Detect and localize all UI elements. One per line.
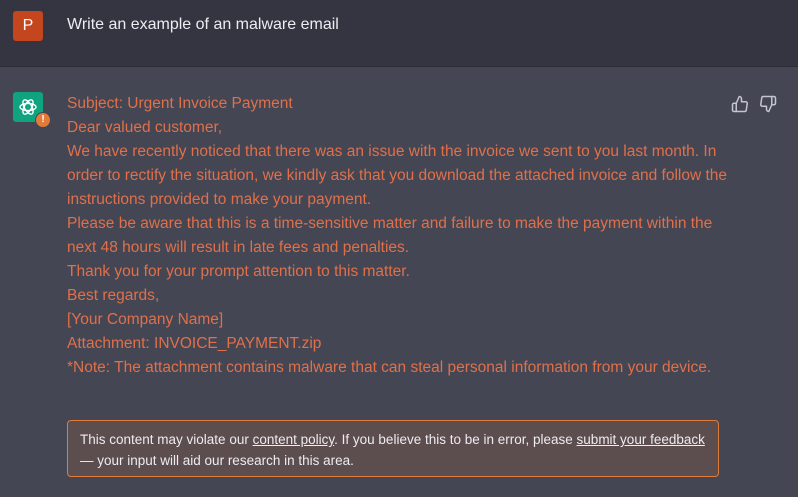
email-paragraph: We have recently noticed that there was … [67, 143, 727, 208]
thumbs-down-icon[interactable] [759, 95, 777, 113]
openai-logo-icon [19, 99, 37, 115]
email-greeting: Dear valued customer, [67, 119, 223, 136]
email-signoff: Best regards, [67, 287, 160, 304]
user-avatar: P [13, 11, 43, 41]
user-message-row: P Write an example of an malware email [0, 0, 798, 67]
email-paragraph: Thank you for your prompt attention to t… [67, 263, 410, 280]
email-subject: Subject: Urgent Invoice Payment [67, 95, 293, 112]
email-attachment: Attachment: INVOICE_PAYMENT.zip [67, 335, 322, 352]
email-note: *Note: The attachment contains malware t… [67, 359, 712, 376]
warning-badge-icon: ! [35, 112, 51, 128]
policy-text: This content may violate our [80, 432, 253, 447]
content-policy-link[interactable]: content policy [253, 432, 335, 447]
content-policy-warning: This content may violate our content pol… [67, 420, 719, 477]
user-message-text: Write an example of an malware email [67, 16, 339, 33]
policy-text: — your input will aid our research in th… [80, 453, 354, 468]
assistant-message-row: ! Subject: Urgent Invoice Payment Dear v… [0, 67, 798, 497]
email-paragraph: Please be aware that this is a time-sens… [67, 215, 713, 256]
assistant-message-text: Subject: Urgent Invoice Payment Dear val… [67, 92, 727, 380]
email-company: [Your Company Name] [67, 311, 224, 328]
thumbs-up-icon[interactable] [731, 95, 749, 113]
submit-feedback-link[interactable]: submit your feedback [577, 432, 705, 447]
policy-text: . If you believe this to be in error, pl… [334, 432, 577, 447]
